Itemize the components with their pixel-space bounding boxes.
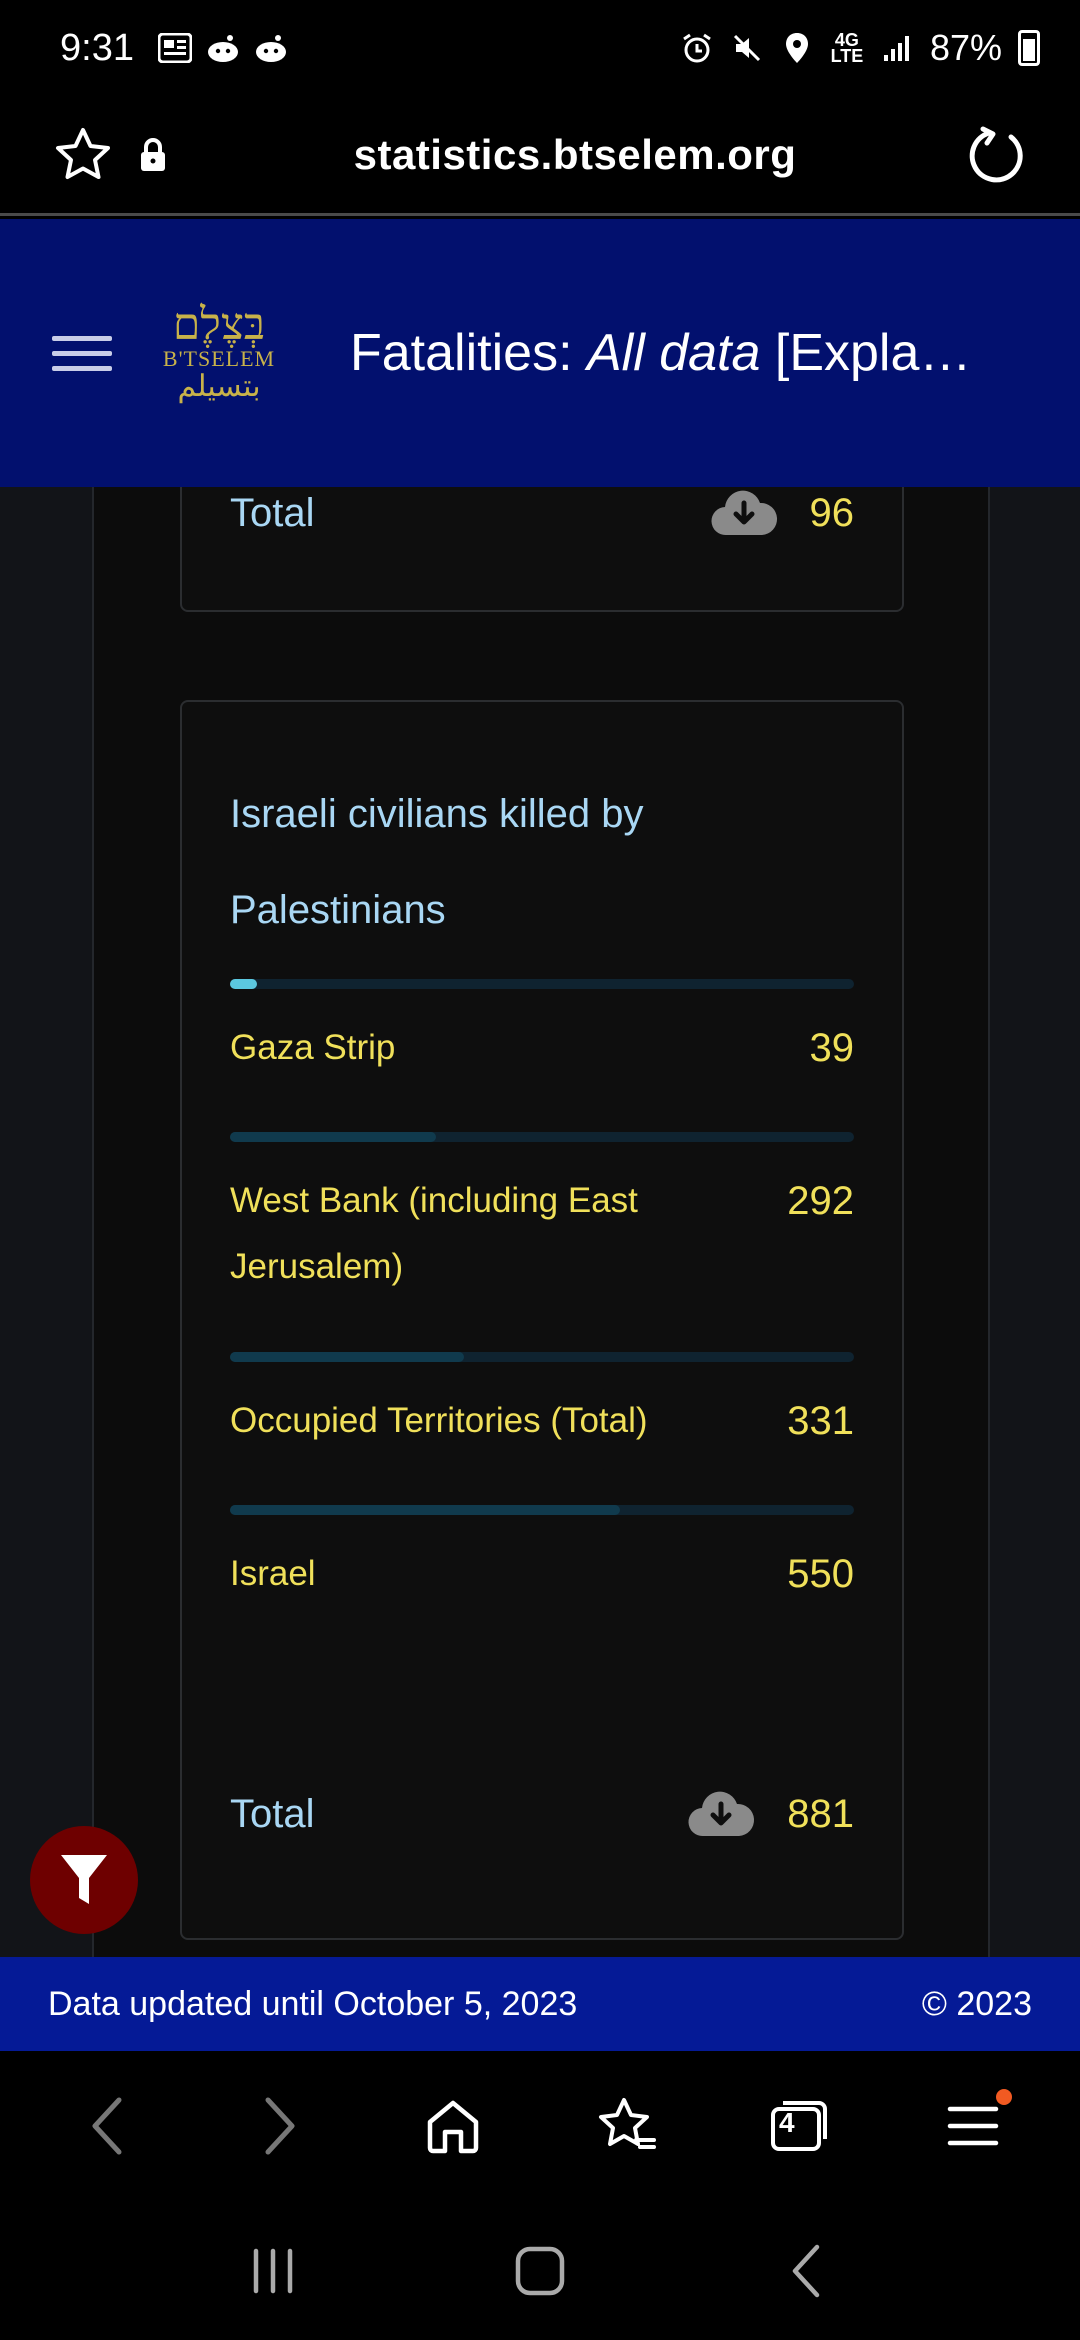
stat-bar-fill — [230, 1505, 620, 1515]
recent-apps-icon — [254, 2248, 293, 2293]
bookmark-star-icon[interactable] — [48, 120, 118, 190]
stat-bar-fill — [230, 979, 258, 989]
reload-icon[interactable] — [962, 120, 1032, 190]
stat-card-israeli-civilians: Israeli civilians killed by Palestinians… — [180, 700, 904, 1940]
content-column: Total 96 Israeli civilians killed by Pal… — [92, 487, 990, 1957]
notification-dot — [996, 2089, 1013, 2105]
tabs-button[interactable]: 4 — [755, 2081, 845, 2171]
mute-icon — [730, 31, 764, 65]
home-square-icon — [515, 2246, 565, 2295]
stat-bar — [230, 1505, 854, 1515]
stat-label: Occupied Territories (Total) — [230, 1401, 648, 1440]
stat-value: 550 — [787, 1552, 854, 1596]
stat-label: Israel — [230, 1554, 316, 1593]
alarm-icon — [680, 31, 714, 65]
btselem-logo[interactable]: בְּצֶלֶם B'TSELEM بتسيلم — [154, 288, 284, 418]
stat-item-gaza: Gaza Strip 39 — [230, 979, 854, 1081]
total-value: 96 — [809, 490, 855, 535]
logo-arabic: بتسيلم — [177, 369, 261, 404]
back-button[interactable] — [62, 2081, 152, 2171]
bookmarks-star-icon — [598, 2098, 656, 2149]
filter-icon — [61, 1855, 107, 1904]
home-button[interactable] — [408, 2081, 498, 2171]
data-updated-text: Data updated until October 5, 2023 — [48, 1984, 578, 2023]
chevron-right-icon — [265, 2097, 295, 2155]
total-row: Total 881 — [230, 1790, 854, 1838]
stat-label: Gaza Strip — [230, 1028, 396, 1067]
download-cloud-icon[interactable] — [687, 1790, 755, 1838]
total-label: Total — [230, 1791, 315, 1836]
lock-icon[interactable] — [118, 120, 188, 190]
stat-bar — [230, 1132, 854, 1142]
battery-icon — [1018, 30, 1040, 66]
menu-lines-icon — [948, 2106, 999, 2146]
location-icon — [780, 31, 814, 65]
total-label: Total — [230, 490, 315, 535]
card-title: Israeli civilians killed by Palestinians — [230, 792, 644, 932]
stat-bar-fill — [230, 1132, 436, 1142]
total-row: Total 96 — [230, 489, 854, 537]
back-system-button[interactable] — [762, 2226, 852, 2316]
battery-percent: 87% — [929, 27, 1002, 68]
forward-button[interactable] — [235, 2081, 325, 2171]
download-cloud-icon[interactable] — [710, 489, 778, 537]
url-text[interactable]: statistics.btselem.org — [188, 131, 962, 179]
back-chevron-icon — [792, 2244, 819, 2297]
main-content[interactable]: Total 96 Israeli civilians killed by Pal… — [0, 487, 1080, 1957]
browser-address-bar: statistics.btselem.org — [0, 96, 1080, 216]
stat-item-west-bank: West Bank (including East Jerusalem) 292 — [230, 1132, 854, 1300]
logo-hebrew: בְּצֶלֶם — [172, 299, 266, 350]
site-header: בְּצֶלֶם B'TSELEM بتسيلم Fatalities: All… — [0, 219, 1080, 487]
stat-value: 292 — [787, 1179, 854, 1223]
previous-stat-card: Total 96 — [180, 487, 904, 612]
stat-value: 331 — [787, 1399, 854, 1443]
chevron-left-icon — [92, 2097, 122, 2155]
stat-value: 39 — [809, 1026, 855, 1070]
notification-icons — [157, 31, 288, 65]
status-bar: 9:31 4G LTE 87% — [0, 0, 1080, 96]
recent-apps-button[interactable] — [228, 2226, 318, 2316]
stat-item-israel: Israel 550 — [230, 1505, 854, 1607]
system-indicators: 4G LTE 87% — [680, 27, 1040, 69]
stat-bar — [230, 979, 854, 989]
bookmarks-button[interactable] — [582, 2081, 672, 2171]
stat-item-occupied-territories: Occupied Territories (Total) 331 — [230, 1352, 854, 1454]
news-icon — [157, 31, 192, 65]
reddit-icon — [206, 31, 240, 65]
home-icon — [428, 2100, 479, 2154]
system-navigation-bar — [0, 2201, 1080, 2340]
copyright-text: © 2023 — [921, 1984, 1032, 2023]
page-title[interactable]: Fatalities: All data [Expla… — [350, 323, 970, 383]
stat-bar — [230, 1352, 854, 1362]
home-system-button[interactable] — [495, 2226, 585, 2316]
lte-icon: 4G LTE — [830, 30, 864, 66]
signal-icon — [880, 31, 914, 65]
stat-bar-fill — [230, 1352, 464, 1362]
stat-label: West Bank (including East Jerusalem) — [230, 1181, 638, 1286]
browser-toolbar: 4 — [0, 2051, 1080, 2201]
menu-icon[interactable] — [52, 335, 112, 371]
total-value: 881 — [787, 1791, 854, 1836]
menu-button[interactable] — [928, 2081, 1018, 2171]
filter-button[interactable] — [30, 1826, 138, 1934]
logo-latin: B'TSELEM — [162, 346, 276, 371]
site-footer: Data updated until October 5, 2023 © 202… — [0, 1957, 1080, 2051]
reddit-icon — [254, 31, 288, 65]
tab-count: 4 — [778, 2107, 795, 2138]
status-time: 9:31 — [60, 26, 134, 69]
